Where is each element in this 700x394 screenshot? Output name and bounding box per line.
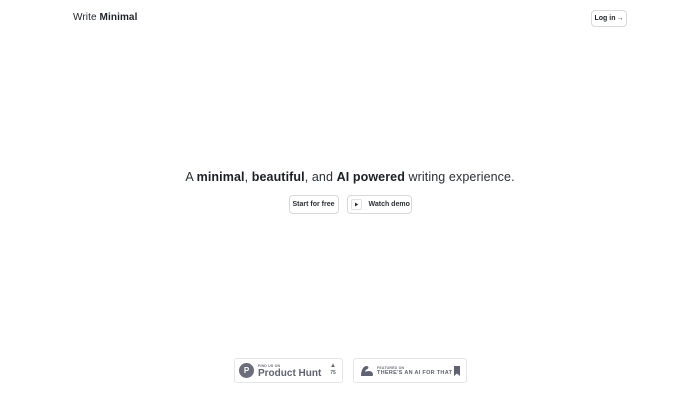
start-label: Start for free — [292, 201, 335, 208]
logo-strong: Minimal — [99, 12, 138, 23]
hero-text-3: , and — [304, 170, 337, 184]
cta-row: Start for free Watch demo — [0, 195, 700, 214]
product-hunt-votes: ▲ 75 — [329, 363, 337, 377]
hero-text-1: A — [185, 170, 197, 184]
logo-prefix: Write — [73, 12, 97, 23]
hero-emphasis-ai-powered: AI powered — [336, 170, 405, 184]
badges-row: P FIND US ON Product Hunt ▲ 75 FEATURED … — [0, 358, 700, 383]
arm-flex-icon — [361, 365, 373, 376]
login-label: Log in — [594, 15, 616, 22]
product-hunt-title: Product Hunt — [258, 368, 322, 379]
product-hunt-logo-icon: P — [239, 363, 254, 378]
start-for-free-button[interactable]: Start for free — [288, 195, 339, 214]
demo-label: Watch demo — [368, 201, 410, 208]
arrow-right-icon: → — [616, 15, 624, 22]
hero-tagline: A minimal, beautiful, and AI powered wri… — [0, 170, 700, 184]
play-icon — [350, 199, 362, 210]
hero-text-2: , — [244, 170, 252, 184]
hero-text-4: writing experience. — [404, 170, 515, 184]
hero-emphasis-beautiful: beautiful — [251, 170, 305, 184]
header: Write Minimal Log in → — [0, 0, 700, 38]
aift-title: THERE'S AN AI FOR THAT — [377, 370, 453, 376]
product-hunt-badge[interactable]: P FIND US ON Product Hunt ▲ 75 — [234, 358, 343, 383]
login-button[interactable]: Log in → — [591, 10, 627, 27]
watch-demo-button[interactable]: Watch demo — [346, 195, 412, 214]
hero-emphasis-minimal: minimal — [196, 170, 245, 184]
bookmark-icon — [454, 366, 460, 376]
logo[interactable]: Write Minimal — [73, 12, 137, 23]
vote-count: 75 — [330, 370, 336, 376]
theres-an-ai-for-that-badge[interactable]: FEATURED ON THERE'S AN AI FOR THAT — [353, 358, 467, 383]
